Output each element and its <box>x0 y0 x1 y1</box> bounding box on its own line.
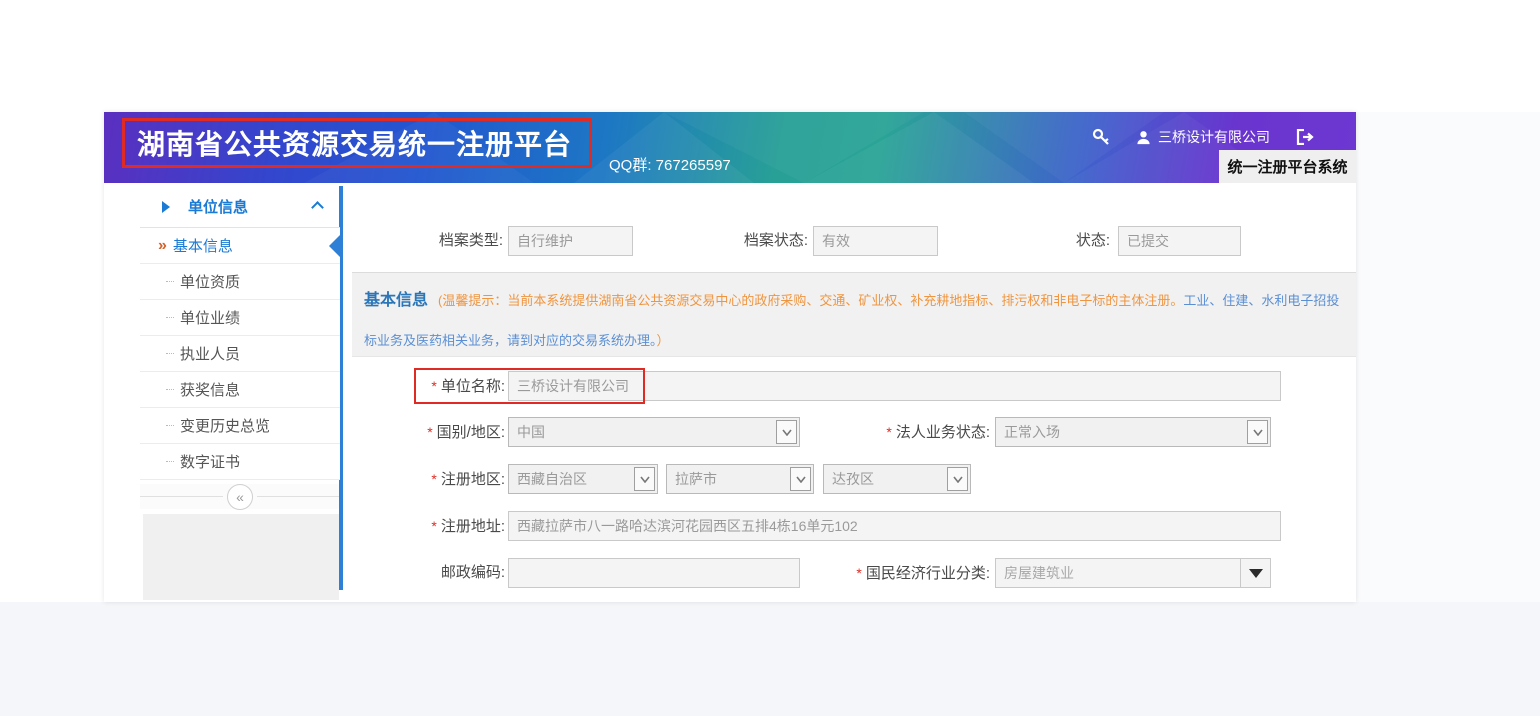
archive-type-input[interactable]: 自行维护 <box>508 226 633 256</box>
logout-icon[interactable] <box>1296 129 1314 145</box>
reg-address-label: *注册地址: <box>352 511 505 541</box>
sidebar-item-label: 执业人员 <box>180 343 240 364</box>
notice-text-close: ） <box>657 333 670 348</box>
archive-type-label: 档案类型: <box>352 226 503 256</box>
unit-name-label: *单位名称: <box>352 371 505 401</box>
tree-tick <box>166 317 174 318</box>
chevron-down-icon <box>634 467 655 491</box>
tree-tick <box>166 389 174 390</box>
sidebar-item-label: 单位业绩 <box>180 307 240 328</box>
user-company-name: 三桥设计有限公司 <box>1158 127 1270 147</box>
tab-label: 统一注册平台系统 <box>1227 156 1347 177</box>
sidebar-item-unit-performance[interactable]: 单位业绩 <box>140 300 340 336</box>
sidebar-group-label: 单位信息 <box>188 196 248 217</box>
chevron-down-icon <box>947 467 968 491</box>
tree-tick <box>166 353 174 354</box>
user-account[interactable]: 三桥设计有限公司 <box>1136 127 1270 147</box>
legal-status-label: *法人业务状态: <box>832 417 990 447</box>
sidebar-item-change-history[interactable]: 变更历史总览 <box>140 408 340 444</box>
chevron-down-icon <box>790 467 811 491</box>
sidebar-item-digital-certificate[interactable]: 数字证书 <box>140 444 340 480</box>
page-background-right <box>1356 112 1540 602</box>
chevron-up-icon <box>311 201 324 214</box>
postal-code-input[interactable] <box>508 558 800 588</box>
postal-code-label: 邮政编码: <box>352 558 505 588</box>
page-title: 湖南省公共资源交易统一注册平台 <box>137 123 572 163</box>
arrow-right-icon <box>162 201 170 213</box>
country-select[interactable]: 中国 <box>508 417 800 447</box>
industry-label: *国民经济行业分类: <box>792 558 990 588</box>
main-content: 档案类型: 自行维护 档案状态: 有效 状态: 已提交 基本信息 (温馨提示：当前… <box>352 186 1356 602</box>
page-canvas: 湖南省公共资源交易统一注册平台 QQ群: 767265597 三桥设计有限公司 <box>0 0 1540 716</box>
status-label: 状态: <box>952 226 1110 256</box>
sidebar-item-label: 获奖信息 <box>180 379 240 400</box>
divider <box>257 496 340 497</box>
tree-tick <box>166 281 174 282</box>
sidebar-nav: 单位信息 » 基本信息 单位资质 单位业绩 执业人员 <box>140 186 340 509</box>
collapse-sidebar-button[interactable]: « <box>227 484 253 510</box>
sidebar-item-basic-info[interactable]: » 基本信息 <box>140 228 340 264</box>
sidebar-item-label: 基本信息 <box>173 235 233 256</box>
sidebar-collapse-row: « <box>140 484 340 509</box>
divider <box>140 496 223 497</box>
tab-unified-registration-system[interactable]: 统一注册平台系统 <box>1219 150 1356 183</box>
app-header: 湖南省公共资源交易统一注册平台 QQ群: 767265597 三桥设计有限公司 <box>104 112 1356 183</box>
sidebar-group-unit-info[interactable]: 单位信息 <box>140 186 340 228</box>
sidebar-item-awards[interactable]: 获奖信息 <box>140 372 340 408</box>
archive-status-label: 档案状态: <box>652 226 808 256</box>
legal-status-select[interactable]: 正常入场 <box>995 417 1271 447</box>
tree-tick <box>166 425 174 426</box>
country-label: *国别/地区: <box>352 417 505 447</box>
chevron-down-icon <box>776 420 797 444</box>
district-value: 达孜区 <box>832 471 874 487</box>
city-value: 拉萨市 <box>675 471 717 487</box>
user-icon <box>1136 130 1151 145</box>
page-background-bottom <box>0 602 1540 716</box>
reg-address-input[interactable]: 西藏拉萨市八一路哈达滨河花园西区五排4栋16单元102 <box>508 511 1281 541</box>
dropdown-arrow-icon <box>1240 559 1270 587</box>
tree-tick <box>166 461 174 462</box>
sidebar-item-label: 变更历史总览 <box>180 415 270 436</box>
industry-combo[interactable]: 房屋建筑业 <box>995 558 1271 588</box>
app-window: 湖南省公共资源交易统一注册平台 QQ群: 767265597 三桥设计有限公司 <box>104 112 1356 602</box>
notice-text-orange: (温馨提示：当前本系统提供湖南省公共资源交易中心的政府采购、交通、矿业权、补充耕… <box>438 293 1183 308</box>
sidebar-item-label: 数字证书 <box>180 451 240 472</box>
region-city-select[interactable]: 拉萨市 <box>666 464 814 494</box>
sidebar-item-practitioners[interactable]: 执业人员 <box>140 336 340 372</box>
unit-name-input[interactable]: 三桥设计有限公司 <box>508 371 1281 401</box>
archive-status-input[interactable]: 有效 <box>813 226 938 256</box>
section-title: 基本信息 <box>364 292 428 309</box>
province-value: 西藏自治区 <box>517 471 587 487</box>
status-input[interactable]: 已提交 <box>1118 226 1241 256</box>
reg-region-label: *注册地区: <box>352 464 505 494</box>
sidebar-footer-area <box>143 514 339 600</box>
qq-group-text: QQ群: 767265597 <box>609 154 731 175</box>
title-highlight-redbox: 湖南省公共资源交易统一注册平台 <box>122 118 592 168</box>
region-district-select[interactable]: 达孜区 <box>823 464 971 494</box>
industry-value: 房屋建筑业 <box>1004 565 1074 581</box>
collapse-icon: « <box>236 489 244 505</box>
sidebar-item-label: 单位资质 <box>180 271 240 292</box>
legal-status-value: 正常入场 <box>1004 424 1060 440</box>
region-province-select[interactable]: 西藏自治区 <box>508 464 658 494</box>
active-marker-icon: » <box>158 237 167 255</box>
chevron-down-icon <box>1247 420 1268 444</box>
sidebar-item-unit-qualification[interactable]: 单位资质 <box>140 264 340 300</box>
header-toolbar: 三桥设计有限公司 <box>1092 123 1314 151</box>
country-value: 中国 <box>517 424 545 440</box>
key-icon[interactable] <box>1092 128 1110 146</box>
active-pointer-icon <box>329 232 343 260</box>
basic-info-section-header: 基本信息 (温馨提示：当前本系统提供湖南省公共资源交易中心的政府采购、交通、矿业权… <box>352 272 1356 357</box>
